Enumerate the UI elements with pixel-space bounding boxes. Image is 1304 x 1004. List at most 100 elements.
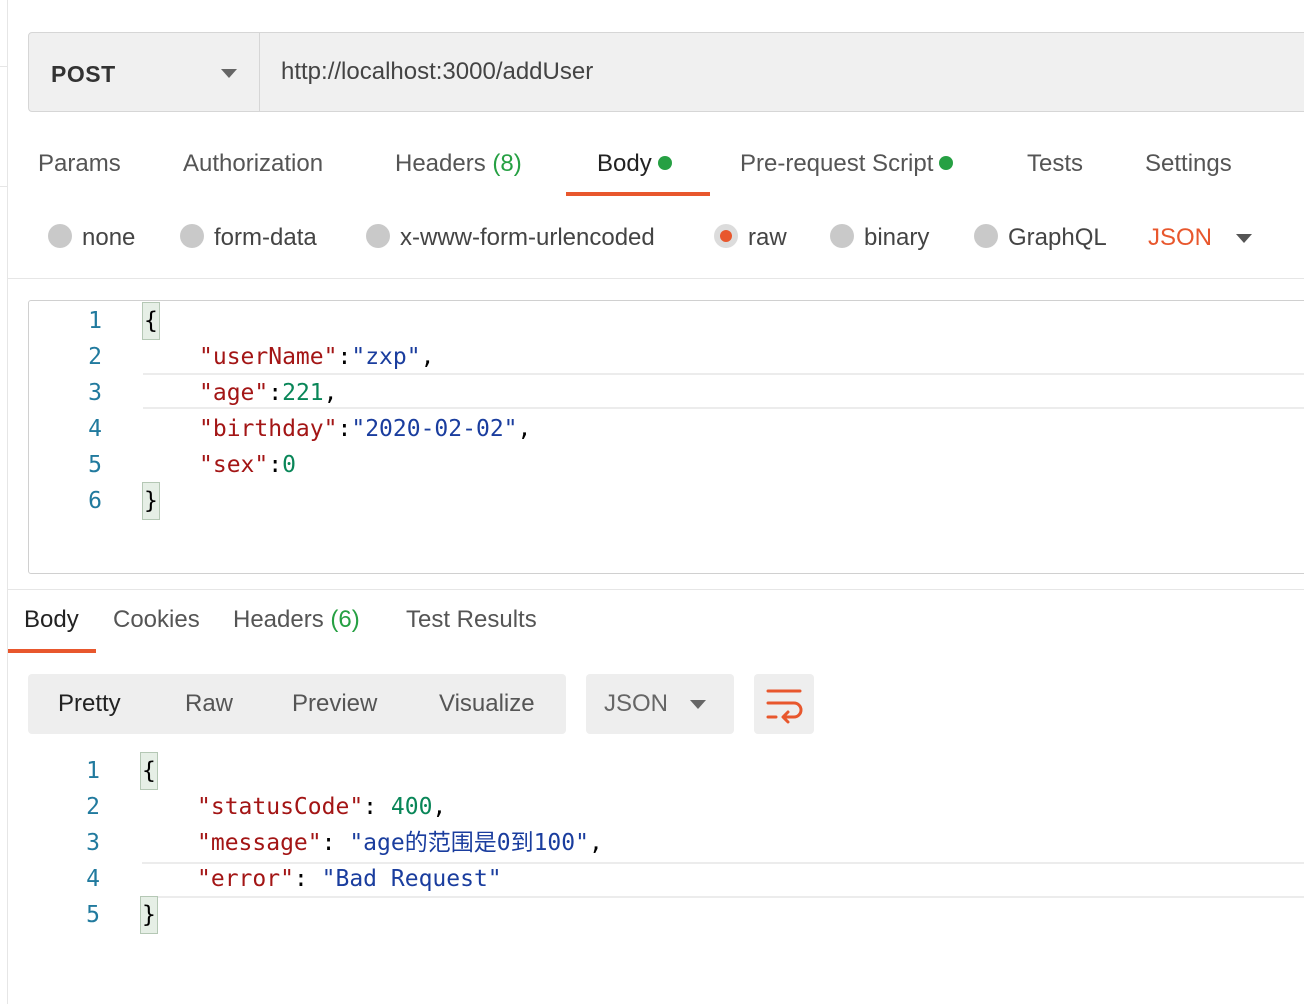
json-key: "birthday" (199, 416, 338, 442)
tab-label: Authorization (183, 150, 324, 177)
json-key: "error" (197, 866, 294, 892)
code-line: "birthday":"2020-02-02", (199, 411, 531, 447)
line-number: 1 (86, 758, 100, 784)
tab-prerequest-script[interactable]: Pre-request Script (740, 150, 954, 178)
open-brace: { (140, 752, 158, 790)
radio-label: binary (864, 224, 930, 251)
line-number: 6 (88, 488, 102, 514)
radio-label: x-www-form-urlencoded (400, 224, 655, 251)
json-comma: , (517, 416, 532, 442)
method-label: POST (51, 61, 116, 87)
tab-label: Body (597, 150, 652, 177)
json-separator: : (337, 344, 352, 370)
json-separator: : (321, 830, 350, 856)
request-url-bar: POST (28, 32, 1304, 112)
code-line: { (142, 302, 160, 340)
line-number: 3 (86, 830, 100, 856)
response-tab-cookies[interactable]: Cookies (113, 606, 200, 634)
json-comma: , (432, 794, 447, 820)
radio-form-data[interactable]: form-data (180, 223, 317, 252)
json-comma: , (420, 344, 435, 370)
active-tab-indicator (8, 649, 96, 653)
close-brace: } (140, 896, 158, 934)
view-visualize-button[interactable]: Visualize (439, 690, 535, 718)
open-brace: { (142, 302, 160, 340)
code-line: } (142, 482, 160, 520)
tab-label: Cookies (113, 606, 200, 633)
json-key: "message" (197, 830, 322, 856)
radio-icon (974, 223, 998, 248)
tab-body[interactable]: Body (597, 150, 672, 178)
divider (8, 589, 1304, 590)
tab-headers[interactable]: Headers (8) (395, 150, 522, 178)
json-separator: : (363, 794, 391, 820)
response-tab-body[interactable]: Body (24, 606, 79, 634)
divider (0, 186, 8, 187)
json-comma: , (323, 380, 338, 406)
radio-label: form-data (214, 224, 317, 251)
tab-label: Pre-request Script (740, 150, 934, 177)
tab-label: Settings (1145, 150, 1232, 177)
radio-none[interactable]: none (48, 223, 135, 252)
wrap-lines-button[interactable] (754, 674, 814, 734)
tab-settings[interactable]: Settings (1145, 150, 1232, 178)
radio-raw[interactable]: raw (714, 223, 787, 252)
json-comma: , (588, 830, 603, 856)
line-number: 2 (86, 794, 100, 820)
line-number: 4 (86, 866, 100, 892)
chevron-down-icon (1236, 234, 1252, 243)
request-body-editor[interactable]: 1 2 3 4 5 6 { "userName":"zxp", "age":22… (28, 300, 1304, 574)
tab-tests[interactable]: Tests (1027, 150, 1083, 178)
json-key: "userName" (199, 344, 338, 370)
json-separator: : (268, 452, 283, 478)
tab-params[interactable]: Params (38, 150, 121, 178)
code-line: "sex":0 (199, 447, 296, 483)
code-line: "age":221, (199, 375, 338, 411)
radio-icon (48, 223, 72, 248)
divider (8, 278, 1304, 279)
line-number: 4 (88, 416, 102, 442)
format-label: JSON (1148, 224, 1213, 251)
body-format-select[interactable]: JSON (1148, 224, 1252, 252)
line-number: 2 (88, 344, 102, 370)
close-brace: } (142, 482, 160, 520)
view-pretty-button[interactable]: Pretty (58, 690, 121, 718)
view-preview-button[interactable]: Preview (292, 690, 377, 718)
json-value: "zxp" (351, 344, 421, 370)
response-tab-test-results[interactable]: Test Results (406, 606, 537, 634)
json-separator: : (293, 866, 322, 892)
json-value: 0 (282, 452, 296, 478)
json-value: "Bad Request" (321, 866, 502, 892)
tab-label: Headers (395, 150, 486, 177)
tab-label: Body (24, 606, 79, 633)
line-number: 5 (86, 902, 100, 928)
code-line: { (140, 752, 158, 790)
method-select[interactable]: POST (29, 33, 260, 111)
json-value: 221 (282, 380, 324, 406)
json-key: "sex" (199, 452, 269, 478)
radio-label: raw (748, 224, 787, 251)
view-raw-button[interactable]: Raw (185, 690, 233, 718)
view-mode-bar: Pretty Raw Preview Visualize (28, 674, 566, 734)
active-tab-indicator (566, 192, 710, 196)
tab-authorization[interactable]: Authorization (183, 150, 323, 178)
status-dot-icon (657, 155, 672, 170)
tab-label: Test Results (406, 606, 537, 633)
radio-urlencoded[interactable]: x-www-form-urlencoded (366, 223, 655, 252)
code-line: "userName":"zxp", (199, 339, 434, 375)
radio-icon (830, 223, 854, 248)
radio-binary[interactable]: binary (830, 223, 930, 252)
radio-graphql[interactable]: GraphQL (974, 223, 1107, 252)
json-key: "age" (199, 380, 269, 406)
json-value: 400 (390, 794, 433, 820)
response-format-select[interactable]: JSON (586, 674, 734, 734)
tab-label: Tests (1027, 150, 1084, 177)
json-separator: : (268, 380, 283, 406)
radio-selected-icon (714, 223, 738, 248)
code-line: "message": "age的范围是0到100", (197, 825, 603, 861)
response-tab-headers[interactable]: Headers (6) (233, 606, 360, 634)
url-input[interactable] (261, 33, 1301, 111)
json-key: "statusCode" (197, 794, 364, 820)
format-label: JSON (604, 690, 669, 717)
status-dot-icon (939, 155, 954, 170)
